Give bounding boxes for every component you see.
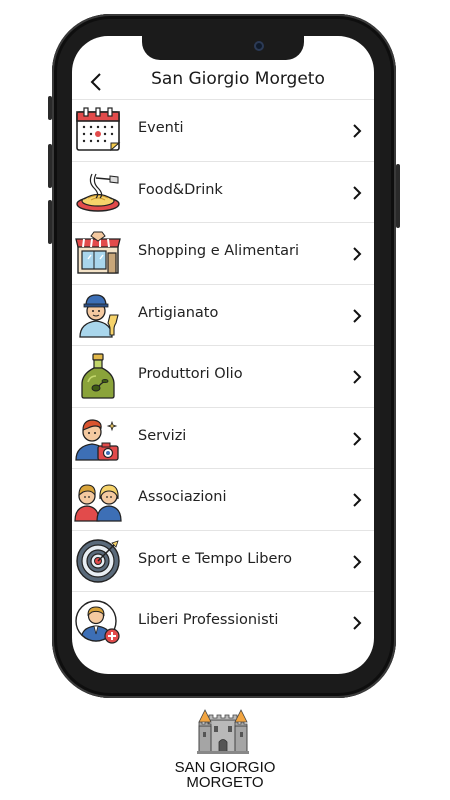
list-item-food-drink[interactable]: Food&Drink bbox=[72, 160, 374, 223]
navigation-bar: San Giorgio Morgeto bbox=[72, 64, 374, 100]
list-item-label: Servizi bbox=[138, 427, 187, 444]
list-item-label: Eventi bbox=[138, 120, 184, 136]
phone-screen: San Giorgio Morgeto Eventi Food&Drink Sh… bbox=[72, 36, 374, 674]
photographer-icon bbox=[75, 418, 119, 461]
target-icon bbox=[76, 538, 120, 583]
chevron-right-icon bbox=[353, 124, 362, 138]
list-item-liberi-professionisti[interactable]: Liberi Professionisti bbox=[72, 591, 374, 653]
chevron-right-icon bbox=[353, 431, 362, 446]
chevron-right-icon bbox=[353, 370, 362, 384]
chevron-right-icon bbox=[353, 308, 362, 323]
professional-icon bbox=[75, 600, 120, 644]
list-item-artigianato[interactable]: Artigianato bbox=[72, 283, 374, 346]
brand-name-line-2: MORGETO bbox=[186, 774, 264, 791]
volume-down-button bbox=[48, 200, 52, 244]
olive-oil-icon bbox=[81, 353, 115, 399]
list-item-shopping[interactable]: Shopping e Alimentari bbox=[72, 222, 374, 284]
page-title: San Giorgio Morgeto bbox=[151, 69, 325, 89]
calendar-icon bbox=[76, 107, 121, 152]
list-item-produttori-olio[interactable]: Produttori Olio bbox=[72, 345, 374, 407]
list-item-eventi[interactable]: Eventi bbox=[72, 99, 374, 161]
list-item-label: Artigianato bbox=[138, 304, 219, 321]
volume-up-button bbox=[48, 144, 52, 188]
back-button[interactable] bbox=[82, 68, 110, 96]
people-icon bbox=[74, 484, 122, 522]
list-item-label: Sport e Tempo Libero bbox=[138, 550, 292, 567]
notch bbox=[142, 36, 304, 60]
chevron-left-icon bbox=[90, 73, 101, 91]
artisan-icon bbox=[79, 293, 119, 338]
list-item-associazioni[interactable]: Associazioni bbox=[72, 468, 374, 530]
list-item-label: Food&Drink bbox=[138, 181, 223, 198]
list-item-label: Liberi Professionisti bbox=[138, 612, 279, 628]
mute-switch bbox=[48, 96, 52, 120]
chevron-right-icon bbox=[353, 493, 362, 507]
chevron-right-icon bbox=[353, 247, 362, 261]
list-item-sport[interactable]: Sport e Tempo Libero bbox=[72, 529, 374, 592]
brand-name-line-1: SAN GIORGIO bbox=[174, 759, 276, 776]
list-item-label: Associazioni bbox=[138, 489, 227, 505]
chevron-right-icon bbox=[353, 185, 362, 200]
list-item-label: Shopping e Alimentari bbox=[138, 243, 300, 259]
list-item-label: Produttori Olio bbox=[138, 366, 243, 382]
pasta-icon bbox=[76, 173, 120, 212]
power-button bbox=[396, 164, 400, 228]
chevron-right-icon bbox=[353, 616, 362, 630]
camera-icon bbox=[254, 41, 264, 51]
shop-icon bbox=[75, 231, 121, 274]
chevron-right-icon bbox=[353, 554, 362, 569]
category-list: Eventi Food&Drink Shopping e Alimentari … bbox=[72, 99, 374, 653]
list-item-servizi[interactable]: Servizi bbox=[72, 406, 374, 469]
castle-logo-icon bbox=[197, 709, 249, 754]
